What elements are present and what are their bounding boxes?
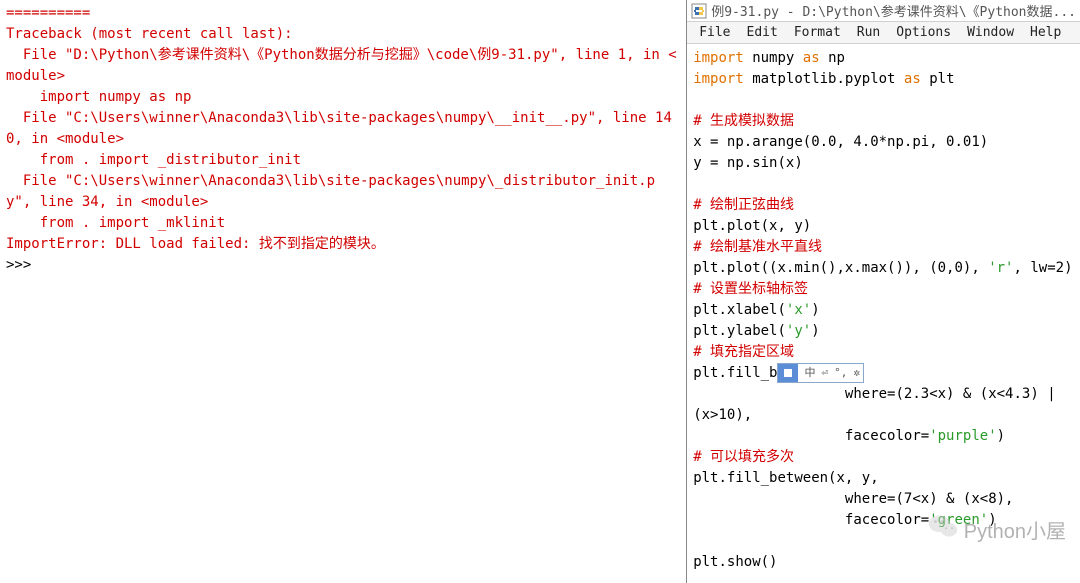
code-text: matplotlib.pyplot [744, 71, 904, 87]
window-titlebar: 例9-31.py - D:\Python\参考课件资料\《Python数据... [687, 0, 1080, 22]
ime-logo-icon [778, 364, 798, 382]
interactive-prompt[interactable]: >>> [6, 255, 680, 276]
separator-line: ========== [6, 3, 680, 24]
code-comment: # 绘制基准水平直线 [693, 239, 822, 255]
code-text: where=(2.3<x) & (x<4.3) | (x>10), [693, 386, 1064, 423]
code-line: plt.show() [693, 552, 1074, 573]
code-line: # 绘制基准水平直线 [693, 237, 1074, 258]
watermark: Python小屋 [928, 513, 1066, 545]
code-line: plt.fill_b中⏎°,✲ [693, 363, 1074, 384]
ime-button[interactable]: 中 [801, 365, 818, 382]
traceback-header: Traceback (most recent call last): [6, 24, 680, 45]
code-line: plt.fill_between(x, y, [693, 468, 1074, 489]
code-line: import numpy as np [693, 48, 1074, 69]
code-keyword: import [693, 50, 744, 66]
window-title: 例9-31.py - D:\Python\参考课件资料\《Python数据... [711, 1, 1076, 20]
code-comment: # 绘制正弦曲线 [693, 197, 794, 213]
code-text: plt.fill_b [693, 365, 777, 381]
ime-button[interactable]: °, [831, 365, 850, 382]
code-string: 'x' [786, 302, 811, 318]
code-line: where=(7<x) & (x<8), [693, 489, 1074, 510]
code-text: plt [921, 71, 955, 87]
traceback-code: from . import _distributor_init [6, 150, 680, 171]
code-keyword: as [803, 50, 820, 66]
menu-item-run[interactable]: Run [849, 23, 888, 42]
code-text: where=(7<x) & (x<8), [693, 491, 1013, 507]
ime-button[interactable]: ✲ [850, 365, 863, 382]
code-line: # 填充指定区域 [693, 342, 1074, 363]
code-text: , lw=2) [1014, 260, 1073, 276]
menu-item-edit[interactable]: Edit [739, 23, 786, 42]
code-line: plt.ylabel('y') [693, 321, 1074, 342]
code-string: 'purple' [929, 428, 996, 444]
code-comment: # 生成模拟数据 [693, 113, 794, 129]
code-line: where=(2.3<x) & (x<4.3) | (x>10), [693, 384, 1074, 426]
python-file-icon [691, 3, 707, 19]
code-text: ) [811, 323, 819, 339]
menu-item-options[interactable]: Options [888, 23, 959, 42]
traceback-frame: File "C:\Users\winner\Anaconda3\lib\site… [6, 171, 680, 213]
code-text: ) [811, 302, 819, 318]
traceback-frame: File "C:\Users\winner\Anaconda3\lib\site… [6, 108, 680, 150]
watermark-text: Python小屋 [964, 515, 1066, 544]
code-text: facecolor= [693, 512, 929, 528]
code-comment: # 可以填充多次 [693, 449, 794, 465]
menu-item-window[interactable]: Window [959, 23, 1022, 42]
code-string: 'r' [988, 260, 1013, 276]
menu-item-format[interactable]: Format [786, 23, 849, 42]
traceback-frame: File "D:\Python\参考课件资料\《Python数据分析与挖掘》\c… [6, 45, 680, 87]
code-comment: # 填充指定区域 [693, 344, 794, 360]
traceback-code: import numpy as np [6, 87, 680, 108]
code-line: # 生成模拟数据 [693, 111, 1074, 132]
code-keyword: as [904, 71, 921, 87]
code-comment: # 设置坐标轴标签 [693, 281, 808, 297]
ime-button[interactable]: ⏎ [818, 365, 831, 382]
wechat-icon [928, 513, 958, 545]
traceback-error: ImportError: DLL load failed: 找不到指定的模块。 [6, 234, 680, 255]
code-line: plt.xlabel('x') [693, 300, 1074, 321]
code-text: plt.plot(x, y) [693, 218, 811, 234]
code-text: y = np.sin(x) [693, 155, 803, 171]
menubar: FileEditFormatRunOptionsWindowHelp [687, 22, 1080, 44]
console-pane[interactable]: ========== Traceback (most recent call l… [0, 0, 687, 583]
code-text: plt.ylabel( [693, 323, 786, 339]
code-line: facecolor='purple') [693, 426, 1074, 447]
code-line: import matplotlib.pyplot as plt [693, 69, 1074, 90]
code-text: ) [997, 428, 1005, 444]
menu-item-file[interactable]: File [691, 23, 738, 42]
code-line: # 设置坐标轴标签 [693, 279, 1074, 300]
code-line: y = np.sin(x) [693, 153, 1074, 174]
traceback-code: from . import _mklinit [6, 213, 680, 234]
code-line: plt.plot(x, y) [693, 216, 1074, 237]
code-line [693, 90, 1074, 111]
code-text: plt.plot((x.min(),x.max()), (0,0), [693, 260, 988, 276]
code-line: # 可以填充多次 [693, 447, 1074, 468]
code-text: plt.fill_between(x, y, [693, 470, 878, 486]
code-text: x = np.arange(0.0, 4.0*np.pi, 0.01) [693, 134, 988, 150]
code-line: # 绘制正弦曲线 [693, 195, 1074, 216]
code-text: facecolor= [693, 428, 929, 444]
code-editor[interactable]: import numpy as npimport matplotlib.pypl… [687, 44, 1080, 583]
ime-toolbar[interactable]: 中⏎°,✲ [777, 363, 864, 383]
code-keyword: import [693, 71, 744, 87]
code-text: plt.show() [693, 554, 777, 570]
code-line: plt.plot((x.min(),x.max()), (0,0), 'r', … [693, 258, 1074, 279]
code-line [693, 174, 1074, 195]
editor-pane: 例9-31.py - D:\Python\参考课件资料\《Python数据...… [687, 0, 1080, 583]
code-text: numpy [744, 50, 803, 66]
code-text: np [820, 50, 845, 66]
code-line: x = np.arange(0.0, 4.0*np.pi, 0.01) [693, 132, 1074, 153]
code-text: plt.xlabel( [693, 302, 786, 318]
menu-item-help[interactable]: Help [1022, 23, 1069, 42]
code-string: 'y' [786, 323, 811, 339]
